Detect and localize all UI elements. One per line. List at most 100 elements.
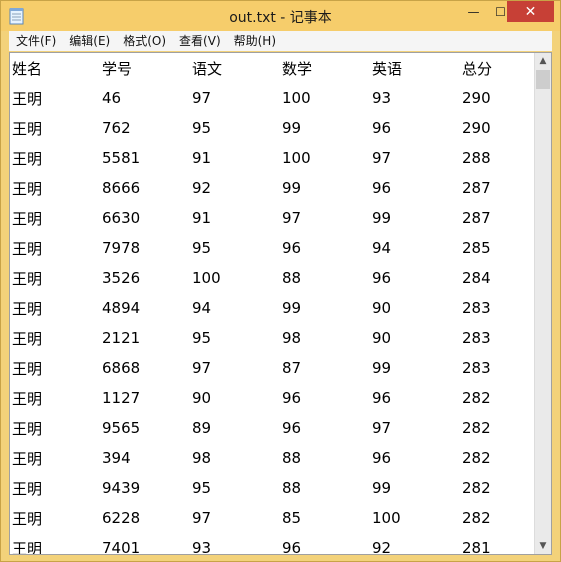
minimize-button[interactable]: — (460, 1, 487, 22)
text-lines: 王明 46 97 100 93 290 王明 762 95 99 96 290 王明 5581 91 100 9… (12, 83, 534, 554)
text-line: 王明 9565 89 96 97 282 (12, 413, 534, 443)
text-cell: 94 (192, 299, 212, 317)
text-cell: 46 (102, 89, 122, 107)
text-cell: 96 (282, 419, 302, 437)
text-cell: 85 (282, 509, 302, 527)
text-cell: 96 (372, 389, 392, 407)
text-cell: 394 (102, 449, 131, 467)
scroll-down-icon[interactable]: ▼ (535, 538, 551, 554)
vertical-scrollbar[interactable]: ▲ ▼ (534, 53, 551, 554)
text-cell: 97 (192, 509, 212, 527)
text-cell: 99 (372, 359, 392, 377)
text-cell: 96 (372, 269, 392, 287)
header-cell: 数学 (282, 59, 313, 78)
text-cell: 王明 (12, 89, 43, 108)
header-cell: 姓名 (12, 59, 43, 78)
text-cell: 95 (192, 239, 212, 257)
text-cell: 96 (372, 119, 392, 137)
text-cell: 290 (462, 89, 491, 107)
text-cell: 95 (192, 329, 212, 347)
text-cell: 王明 (12, 209, 43, 228)
text-cell: 287 (462, 209, 491, 227)
text-cell: 王明 (12, 479, 43, 498)
text-cell: 92 (372, 539, 392, 554)
header-cell: 语文 (192, 59, 223, 78)
text-cell: 4894 (102, 299, 141, 317)
text-cell: 王明 (12, 389, 43, 408)
text-cell: 283 (462, 299, 491, 317)
title-bar[interactable]: out.txt - 记事本 — ☐ ✕ (1, 1, 560, 31)
text-cell: 91 (192, 149, 212, 167)
text-cell: 96 (372, 179, 392, 197)
text-cell: 99 (372, 479, 392, 497)
text-cell: 283 (462, 359, 491, 377)
text-cell: 王明 (12, 239, 43, 258)
text-cell: 282 (462, 419, 491, 437)
text-cell: 96 (372, 449, 392, 467)
text-cell: 王明 (12, 539, 43, 555)
text-cell: 3526 (102, 269, 141, 287)
close-button[interactable]: ✕ (507, 1, 554, 22)
text-cell: 93 (192, 539, 212, 554)
text-line: 王明 394 98 88 96 282 (12, 443, 534, 473)
text-cell: 282 (462, 389, 491, 407)
text-cell: 6868 (102, 359, 141, 377)
text-cell: 王明 (12, 299, 43, 318)
text-line: 王明 7978 95 96 94 285 (12, 233, 534, 263)
text-cell: 98 (282, 329, 302, 347)
text-cell: 762 (102, 119, 131, 137)
menu-bar: 文件(F) 编辑(E) 格式(O) 查看(V) 帮助(H) (9, 31, 552, 51)
scroll-thumb[interactable] (536, 70, 550, 89)
text-cell: 281 (462, 539, 491, 554)
text-cell: 99 (282, 179, 302, 197)
text-cell: 284 (462, 269, 491, 287)
notepad-window: out.txt - 记事本 — ☐ ✕ 文件(F) 编辑(E) 格式(O) 查看… (0, 0, 561, 562)
text-cell: 96 (282, 239, 302, 257)
menu-help[interactable]: 帮助(H) (227, 31, 282, 51)
text-cell: 290 (462, 119, 491, 137)
text-cell: 99 (282, 299, 302, 317)
text-cell: 8666 (102, 179, 141, 197)
text-line: 王明 9439 95 88 99 282 (12, 473, 534, 503)
scroll-up-icon[interactable]: ▲ (535, 53, 551, 69)
text-cell: 98 (192, 449, 212, 467)
text-cell: 王明 (12, 329, 43, 348)
text-cell: 287 (462, 179, 491, 197)
menu-view[interactable]: 查看(V) (172, 31, 227, 51)
menu-edit[interactable]: 编辑(E) (62, 31, 116, 51)
text-cell: 88 (282, 269, 302, 287)
text-editor[interactable]: 姓名 学号 语文 数学 英语 总分 王明 46 97 100 93 290 王明 762 95 9… (9, 52, 552, 555)
text-cell: 王明 (12, 509, 43, 528)
text-line: 王明 7401 93 96 92 281 (12, 533, 534, 554)
text-cell: 王明 (12, 149, 43, 168)
text-cell: 92 (192, 179, 212, 197)
text-cell: 王明 (12, 419, 43, 438)
text-cell: 94 (372, 239, 392, 257)
text-cell: 100 (282, 149, 311, 167)
text-line: 王明 6228 97 85 100 282 (12, 503, 534, 533)
text-line: 王明 2121 95 98 90 283 (12, 323, 534, 353)
text-cell: 91 (192, 209, 212, 227)
text-cell: 282 (462, 479, 491, 497)
text-cell: 王明 (12, 119, 43, 138)
text-cell: 282 (462, 449, 491, 467)
text-cell: 王明 (12, 449, 43, 468)
header-line: 姓名 学号 语文 数学 英语 总分 (12, 53, 534, 83)
text-cell: 96 (282, 389, 302, 407)
text-cell: 97 (372, 419, 392, 437)
text-cell: 王明 (12, 179, 43, 198)
text-cell: 97 (192, 89, 212, 107)
text-cell: 89 (192, 419, 212, 437)
text-line: 王明 6630 91 97 99 287 (12, 203, 534, 233)
text-content[interactable]: 姓名 学号 语文 数学 英语 总分 王明 46 97 100 93 290 王明 762 95 9… (12, 53, 534, 555)
text-cell: 97 (192, 359, 212, 377)
text-cell: 99 (372, 209, 392, 227)
header-cell: 英语 (372, 59, 403, 78)
menu-format[interactable]: 格式(O) (116, 31, 172, 51)
text-line: 王明 1127 90 96 96 282 (12, 383, 534, 413)
text-cell: 100 (282, 89, 311, 107)
menu-file[interactable]: 文件(F) (9, 31, 62, 51)
text-cell: 88 (282, 449, 302, 467)
text-cell: 96 (282, 539, 302, 554)
text-cell: 88 (282, 479, 302, 497)
